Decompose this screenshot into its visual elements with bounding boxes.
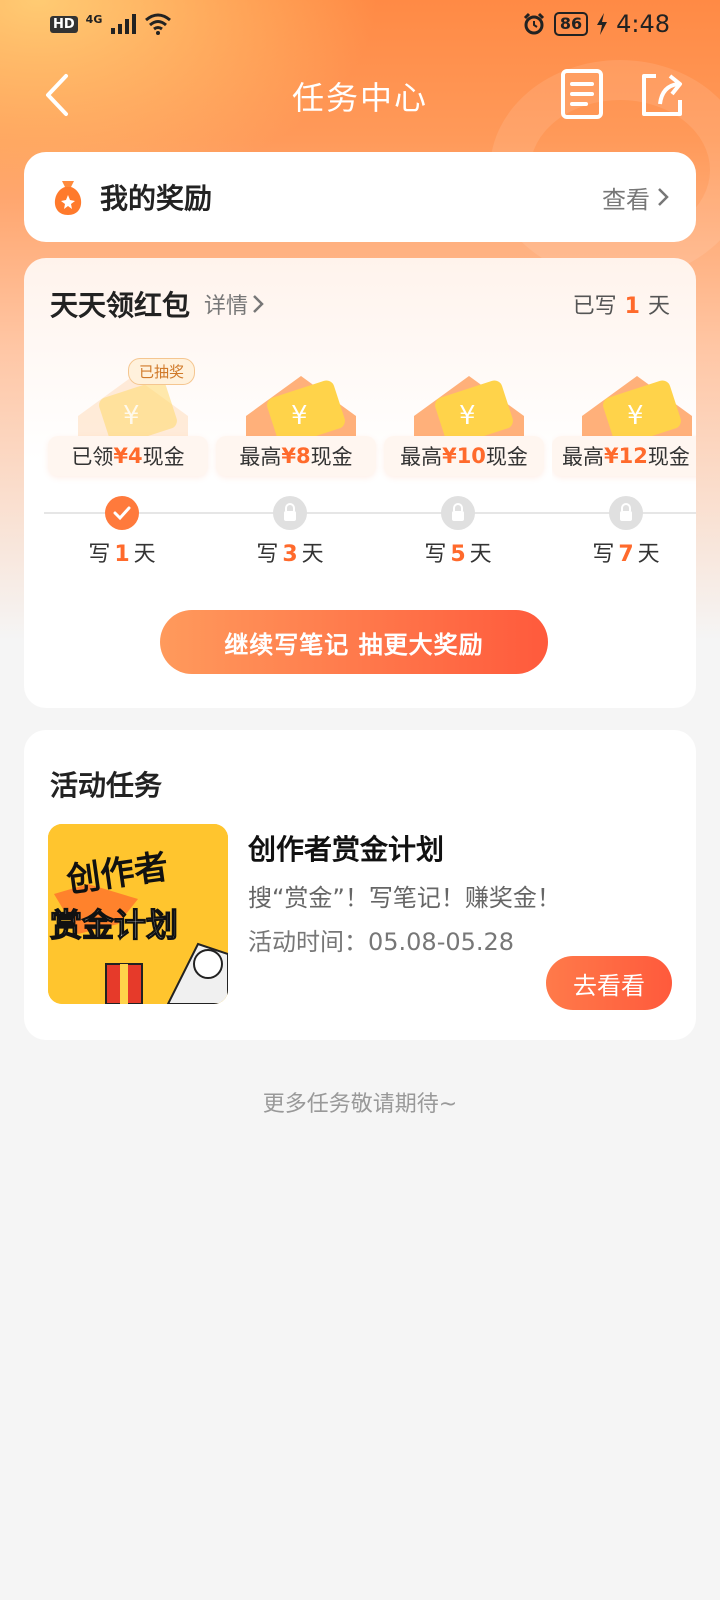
page-title: 任务中心 [291, 79, 428, 117]
reward-tier-label: 最高 ¥12 现金 [552, 436, 696, 476]
reward-tier-4[interactable]: ¥ 最高 ¥12 现金 [552, 358, 696, 498]
more-tasks-hint: 更多任务敬请期待~ [262, 1092, 458, 1117]
reward-tier-label: 已领 ¥4 现金 [48, 436, 208, 476]
day-suffix: 天 [469, 542, 492, 567]
days-written-suffix: 天 [647, 294, 670, 319]
task-time: 活动时间：05.08-05.28 [248, 928, 515, 956]
day-prefix: 写 [424, 542, 447, 567]
reward-tiers: ¥ 已抽奖 已领 ¥4 现金 ¥ 最高 ¥8 现金 ¥ 最高 ¥10 现金 ¥ … [48, 358, 696, 558]
reward-amount: ¥8 [281, 444, 311, 468]
activity-tasks-title: 活动任务 [50, 769, 163, 802]
status-right: 86 4:48 [522, 10, 670, 38]
continue-writing-button[interactable]: 继续写笔记 抽更大奖励 [160, 610, 548, 674]
go-see-button[interactable]: 去看看 [546, 956, 672, 1010]
lock-icon [620, 503, 632, 521]
reward-amount: ¥4 [113, 444, 143, 468]
wifi-icon [145, 13, 172, 35]
day-count: 3 [282, 542, 298, 567]
reward-suffix: 现金 [310, 445, 353, 469]
bounty-plan-illustration: 创作者 赏金计划 [48, 824, 228, 1004]
days-written-prefix: 已写 [572, 294, 617, 319]
day-label-5: 写5天 [403, 536, 513, 568]
nav-bar: 任务中心 [0, 56, 720, 136]
day-count: 5 [450, 542, 466, 567]
task-thumbnail[interactable]: 创作者 赏金计划 [48, 824, 228, 1004]
alarm-icon [523, 12, 544, 35]
lock-icon [284, 503, 296, 521]
day-node-locked [609, 496, 643, 530]
lock-icon [452, 503, 464, 521]
clock-time: 4:48 [616, 10, 670, 38]
reward-amount: ¥10 [442, 444, 486, 468]
status-left: HD 4G [50, 13, 172, 36]
network-type: 4G [85, 12, 103, 26]
svg-text:¥: ¥ [123, 401, 140, 431]
day-node-locked [441, 496, 475, 530]
svg-text:¥: ¥ [627, 401, 644, 431]
reward-prefix: 最高 [239, 445, 282, 469]
chevron-right-icon [253, 295, 264, 313]
reward-amount: ¥12 [604, 444, 648, 468]
svg-text:¥: ¥ [291, 401, 308, 431]
reward-tier-2[interactable]: ¥ 最高 ¥8 现金 [216, 358, 376, 498]
svg-text:¥: ¥ [459, 401, 476, 431]
task-description: 搜“赏金”！写笔记！赚奖金！ [248, 884, 561, 912]
reward-suffix: 现金 [485, 445, 528, 469]
rules-document-icon[interactable] [560, 68, 604, 120]
status-bar: HD 4G 86 4:48 [0, 0, 720, 48]
day-suffix: 天 [301, 542, 324, 567]
reward-suffix: 现金 [647, 445, 690, 469]
day-count: 1 [114, 542, 130, 567]
view-rewards-link[interactable]: 查看 [602, 180, 670, 215]
task-name: 创作者赏金计划 [248, 833, 445, 866]
day-prefix: 写 [592, 542, 615, 567]
thumb-title-bottom: 赏金计划 [50, 906, 178, 944]
days-written-count: 1 [624, 294, 640, 319]
charging-icon [597, 13, 608, 35]
view-rewards-label: 查看 [602, 185, 650, 214]
reward-prefix: 已领 [71, 445, 114, 469]
day-node-locked [273, 496, 307, 530]
daily-red-packet-card: 天天领红包 详情 已写 1 天 ¥ 已抽奖 已领 ¥4 现金 ¥ 最高 ¥8 现… [24, 258, 696, 708]
daily-title: 天天领红包 [50, 289, 191, 322]
reward-prefix: 最高 [400, 445, 443, 469]
day-label-7: 写7天 [571, 536, 681, 568]
day-count: 7 [618, 542, 634, 567]
check-icon [113, 506, 131, 521]
signal-icon [111, 14, 137, 34]
my-rewards-title: 我的奖励 [100, 182, 213, 215]
reward-tier-1[interactable]: ¥ 已抽奖 已领 ¥4 现金 [48, 358, 208, 498]
hd-badge: HD [50, 15, 78, 33]
day-label-1: 写1天 [67, 536, 177, 568]
reward-tier-label: 最高 ¥8 现金 [216, 436, 376, 476]
reward-tier-label: 最高 ¥10 现金 [384, 436, 544, 476]
share-icon[interactable] [638, 68, 686, 120]
my-rewards-card[interactable]: 我的奖励 查看 [24, 152, 696, 242]
day-suffix: 天 [637, 542, 660, 567]
chevron-right-icon [658, 188, 669, 206]
activity-tasks-card: 活动任务 创作者 赏金计划 创作者赏金计划 搜“赏金”！写笔记！赚奖金！ 活动时… [24, 730, 696, 1040]
day-label-3: 写3天 [235, 536, 345, 568]
claimed-badge: 已抽奖 [128, 358, 196, 385]
reward-tier-3[interactable]: ¥ 最高 ¥10 现金 [384, 358, 544, 498]
reward-prefix: 最高 [562, 445, 604, 469]
day-prefix: 写 [88, 542, 111, 567]
daily-header: 天天领红包 详情 已写 1 天 [50, 284, 670, 324]
day-prefix: 写 [256, 542, 279, 567]
daily-detail-label: 详情 [204, 294, 249, 319]
back-icon[interactable] [38, 70, 78, 120]
battery-level: 86 [553, 12, 589, 36]
money-bag-icon [54, 181, 82, 215]
day-node-done [105, 496, 139, 530]
progress-track [44, 512, 696, 514]
reward-suffix: 现金 [142, 445, 185, 469]
day-suffix: 天 [133, 542, 156, 567]
daily-detail-link[interactable]: 详情 [204, 288, 264, 320]
days-written: 已写 1 天 [573, 288, 670, 320]
